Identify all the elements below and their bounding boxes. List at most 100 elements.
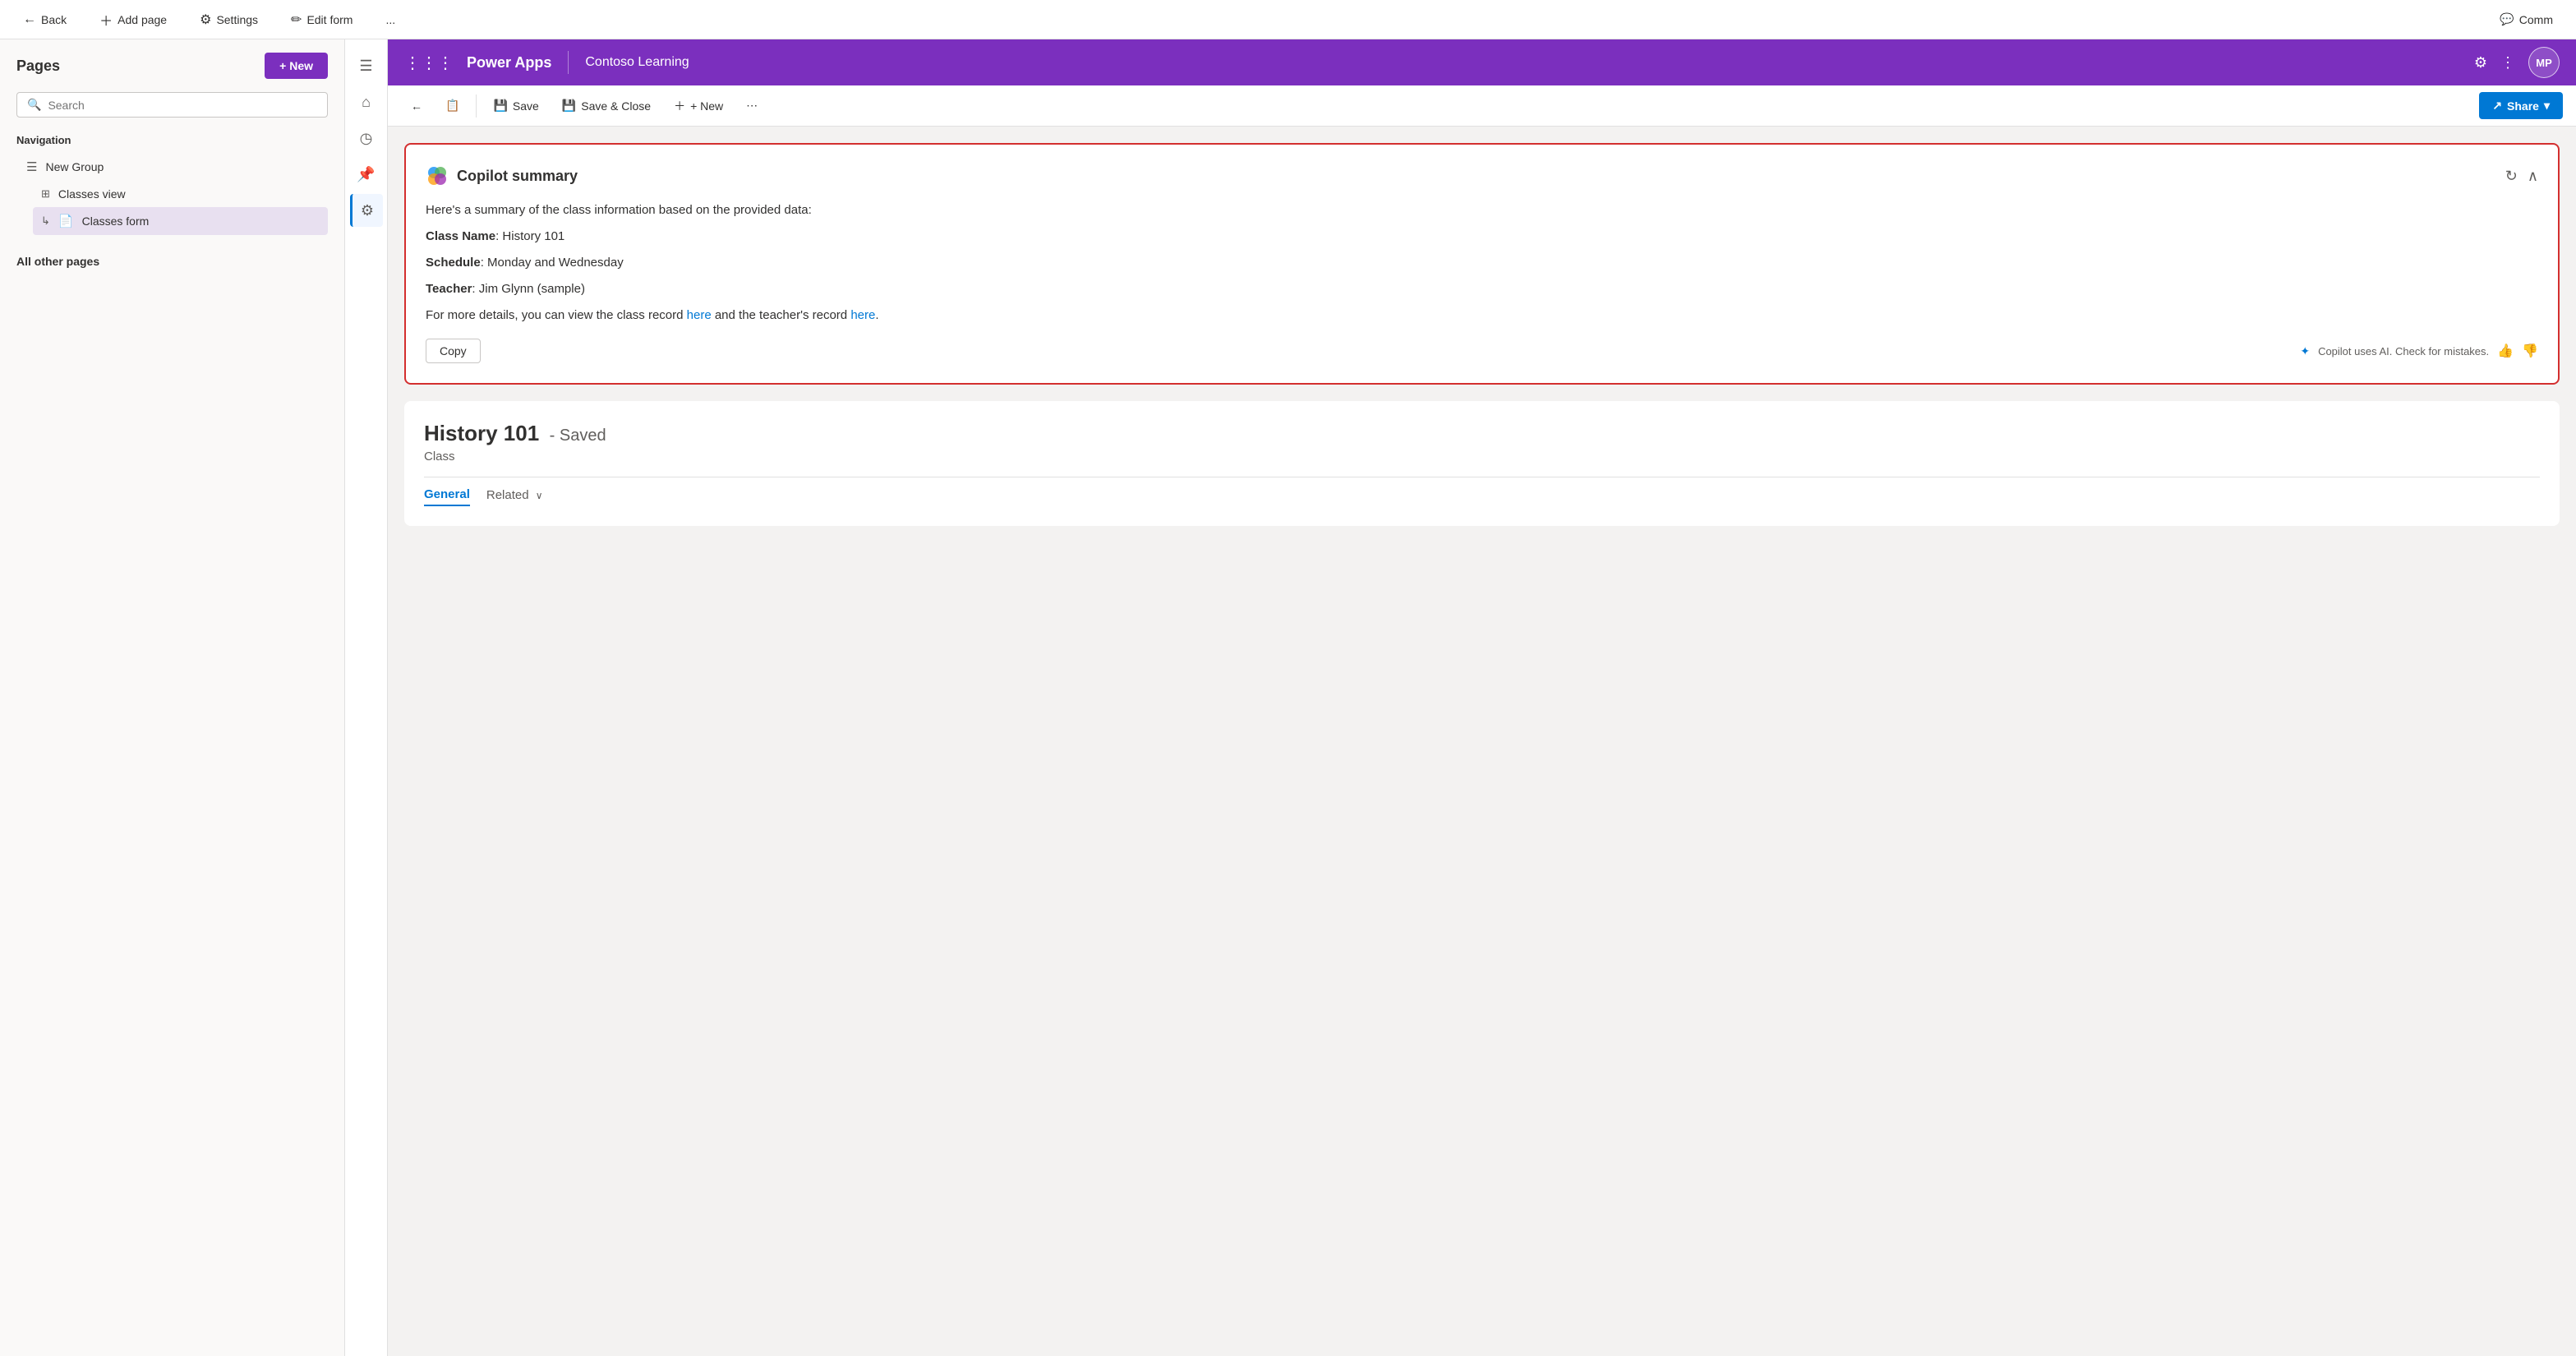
copilot-class-name: Class Name: History 101 xyxy=(426,227,2538,247)
copilot-schedule: Schedule: Monday and Wednesday xyxy=(426,253,2538,273)
save-icon: 💾 xyxy=(493,99,507,113)
app-header: ⋮⋮⋮ Power Apps Contoso Learning ⚙ ⋮ MP xyxy=(388,39,2576,85)
new-record-icon: ＋ xyxy=(674,98,685,114)
nav-item-classes-view-label: Classes view xyxy=(58,187,126,201)
sidebar-hamburger-button[interactable]: ☰ xyxy=(350,49,383,82)
nav-item-new-group-label: New Group xyxy=(45,160,104,173)
details-text: For more details, you can view the class… xyxy=(426,308,687,322)
content-area: Copilot summary ↻ ∧ Here's a summary of … xyxy=(388,127,2576,1356)
search-icon: 🔍 xyxy=(27,98,41,112)
grid-icon: ⊞ xyxy=(41,187,50,201)
toolbar-back-icon: ← xyxy=(411,99,422,113)
app-settings-icon[interactable]: ⚙ xyxy=(2474,54,2487,71)
copilot-teacher: Teacher: Jim Glynn (sample) xyxy=(426,279,2538,299)
edit-form-label: Edit form xyxy=(306,13,353,26)
tab-general[interactable]: General xyxy=(424,487,470,506)
nav-item-classes-form[interactable]: ↳ 📄 Classes form xyxy=(33,207,328,235)
period: . xyxy=(875,308,878,322)
comm-button[interactable]: 💬 Comm xyxy=(2493,9,2560,30)
more-label: ... xyxy=(385,13,395,26)
home-icon: ⌂ xyxy=(362,94,371,111)
sidebar-pin-button[interactable]: 📌 xyxy=(350,158,383,191)
edit-form-button[interactable]: ✏ Edit form xyxy=(284,8,359,31)
new-record-button[interactable]: ＋ + New xyxy=(664,93,733,119)
save-button[interactable]: 💾 Save xyxy=(483,94,548,118)
toolbar-back-button[interactable]: ← xyxy=(401,95,432,118)
copilot-card: Copilot summary ↻ ∧ Here's a summary of … xyxy=(404,143,2560,385)
class-record-link[interactable]: here xyxy=(687,308,712,322)
schedule-value: : Monday and Wednesday xyxy=(481,256,624,270)
top-bar-right: 💬 Comm xyxy=(2493,9,2560,30)
new-page-button[interactable]: + New xyxy=(265,53,328,79)
record-title: History 101 xyxy=(424,421,539,445)
add-page-button[interactable]: ＋ Add page xyxy=(93,7,173,33)
teacher-record-link[interactable]: here xyxy=(850,308,875,322)
copilot-spark-icon: ✦ xyxy=(2300,344,2310,358)
tab-related-chevron-icon: ∨ xyxy=(536,490,543,501)
back-icon: ← xyxy=(23,12,36,27)
pencil-icon: ✏ xyxy=(291,12,302,28)
record-card: History 101 - Saved Class General Relate… xyxy=(404,401,2560,526)
chevron-up-icon: ∧ xyxy=(2528,168,2538,184)
copilot-title: Copilot summary xyxy=(457,168,578,185)
main-layout: Pages + New 🔍 Navigation ☰ New Group ⊞ C… xyxy=(0,39,2576,1356)
copilot-intro: Here's a summary of the class informatio… xyxy=(426,201,2538,220)
pages-sidebar: Pages + New 🔍 Navigation ☰ New Group ⊞ C… xyxy=(0,39,345,1356)
top-bar: ← Back ＋ Add page ⚙ Settings ✏ Edit form… xyxy=(0,0,2576,39)
copilot-body: Here's a summary of the class informatio… xyxy=(426,201,2538,325)
copilot-logo xyxy=(426,164,449,187)
other-pages-section: All other pages xyxy=(0,238,344,273)
new-record-label: + New xyxy=(690,99,723,113)
record-saved-label: - Saved xyxy=(550,427,606,445)
toolbar-divider-1 xyxy=(476,95,477,118)
new-page-label: + New xyxy=(279,59,313,72)
save-close-button[interactable]: 💾 Save & Close xyxy=(552,94,661,118)
add-icon: ＋ xyxy=(99,10,113,30)
copilot-collapse-button[interactable]: ∧ xyxy=(2528,168,2538,185)
app-more-icon[interactable]: ⋮ xyxy=(2500,54,2515,71)
share-label: Share xyxy=(2507,99,2539,113)
sidebar-recent-button[interactable]: ◷ xyxy=(350,122,383,155)
copilot-header: Copilot summary ↻ ∧ xyxy=(426,164,2538,187)
settings-button[interactable]: ⚙ Settings xyxy=(193,8,265,31)
share-chevron-icon: ▾ xyxy=(2544,99,2550,113)
save-close-icon: 💾 xyxy=(562,99,576,113)
tab-general-label: General xyxy=(424,487,470,501)
clock-icon: ◷ xyxy=(360,130,373,147)
class-name-value: : History 101 xyxy=(495,229,565,243)
save-label: Save xyxy=(513,99,539,113)
toolbar-doc-button[interactable]: 📋 xyxy=(435,94,469,118)
gear-icon: ⚙ xyxy=(200,12,211,28)
navigation-title: Navigation xyxy=(16,134,328,146)
teacher-label: Teacher xyxy=(426,282,472,296)
other-pages-title: All other pages xyxy=(16,255,99,268)
more-topbar-button[interactable]: ... xyxy=(379,10,402,30)
share-button[interactable]: ↗ Share ▾ xyxy=(2479,92,2563,119)
thumbdown-icon: 👎 xyxy=(2522,344,2538,358)
nav-item-classes-view[interactable]: ⊞ Classes view xyxy=(33,181,328,207)
search-box: 🔍 xyxy=(16,92,328,118)
teacher-value: : Jim Glynn (sample) xyxy=(472,282,585,296)
navigation-section: Navigation ☰ New Group ⊞ Classes view ↳ … xyxy=(0,124,344,238)
copilot-footer: Copy ✦ Copilot uses AI. Check for mistak… xyxy=(426,339,2538,363)
settings-label: Settings xyxy=(216,13,258,26)
nav-item-new-group[interactable]: ☰ New Group xyxy=(16,153,328,181)
search-input[interactable] xyxy=(48,99,317,112)
tab-related[interactable]: Related ∨ xyxy=(486,488,543,505)
share-icon: ↗ xyxy=(2492,99,2502,113)
back-button[interactable]: ← Back xyxy=(16,9,73,30)
more-toolbar-button[interactable]: ⋯ xyxy=(736,94,767,118)
app-grid-icon[interactable]: ⋮⋮⋮ xyxy=(404,53,454,73)
thumbdown-button[interactable]: 👎 xyxy=(2522,343,2538,359)
thumbup-button[interactable]: 👍 xyxy=(2497,343,2514,359)
copilot-actions: ↻ ∧ xyxy=(2505,168,2538,185)
sidebar-home-button[interactable]: ⌂ xyxy=(350,85,383,118)
return-icon: ↳ xyxy=(41,214,50,228)
sidebar-settings-button[interactable]: ⚙ xyxy=(350,194,383,227)
doc-icon: 📋 xyxy=(445,99,459,113)
copy-button[interactable]: Copy xyxy=(426,339,481,363)
schedule-label: Schedule xyxy=(426,256,481,270)
copilot-refresh-button[interactable]: ↻ xyxy=(2505,168,2518,185)
avatar[interactable]: MP xyxy=(2528,47,2560,78)
link-middle-text: and the teacher's record xyxy=(712,308,851,322)
